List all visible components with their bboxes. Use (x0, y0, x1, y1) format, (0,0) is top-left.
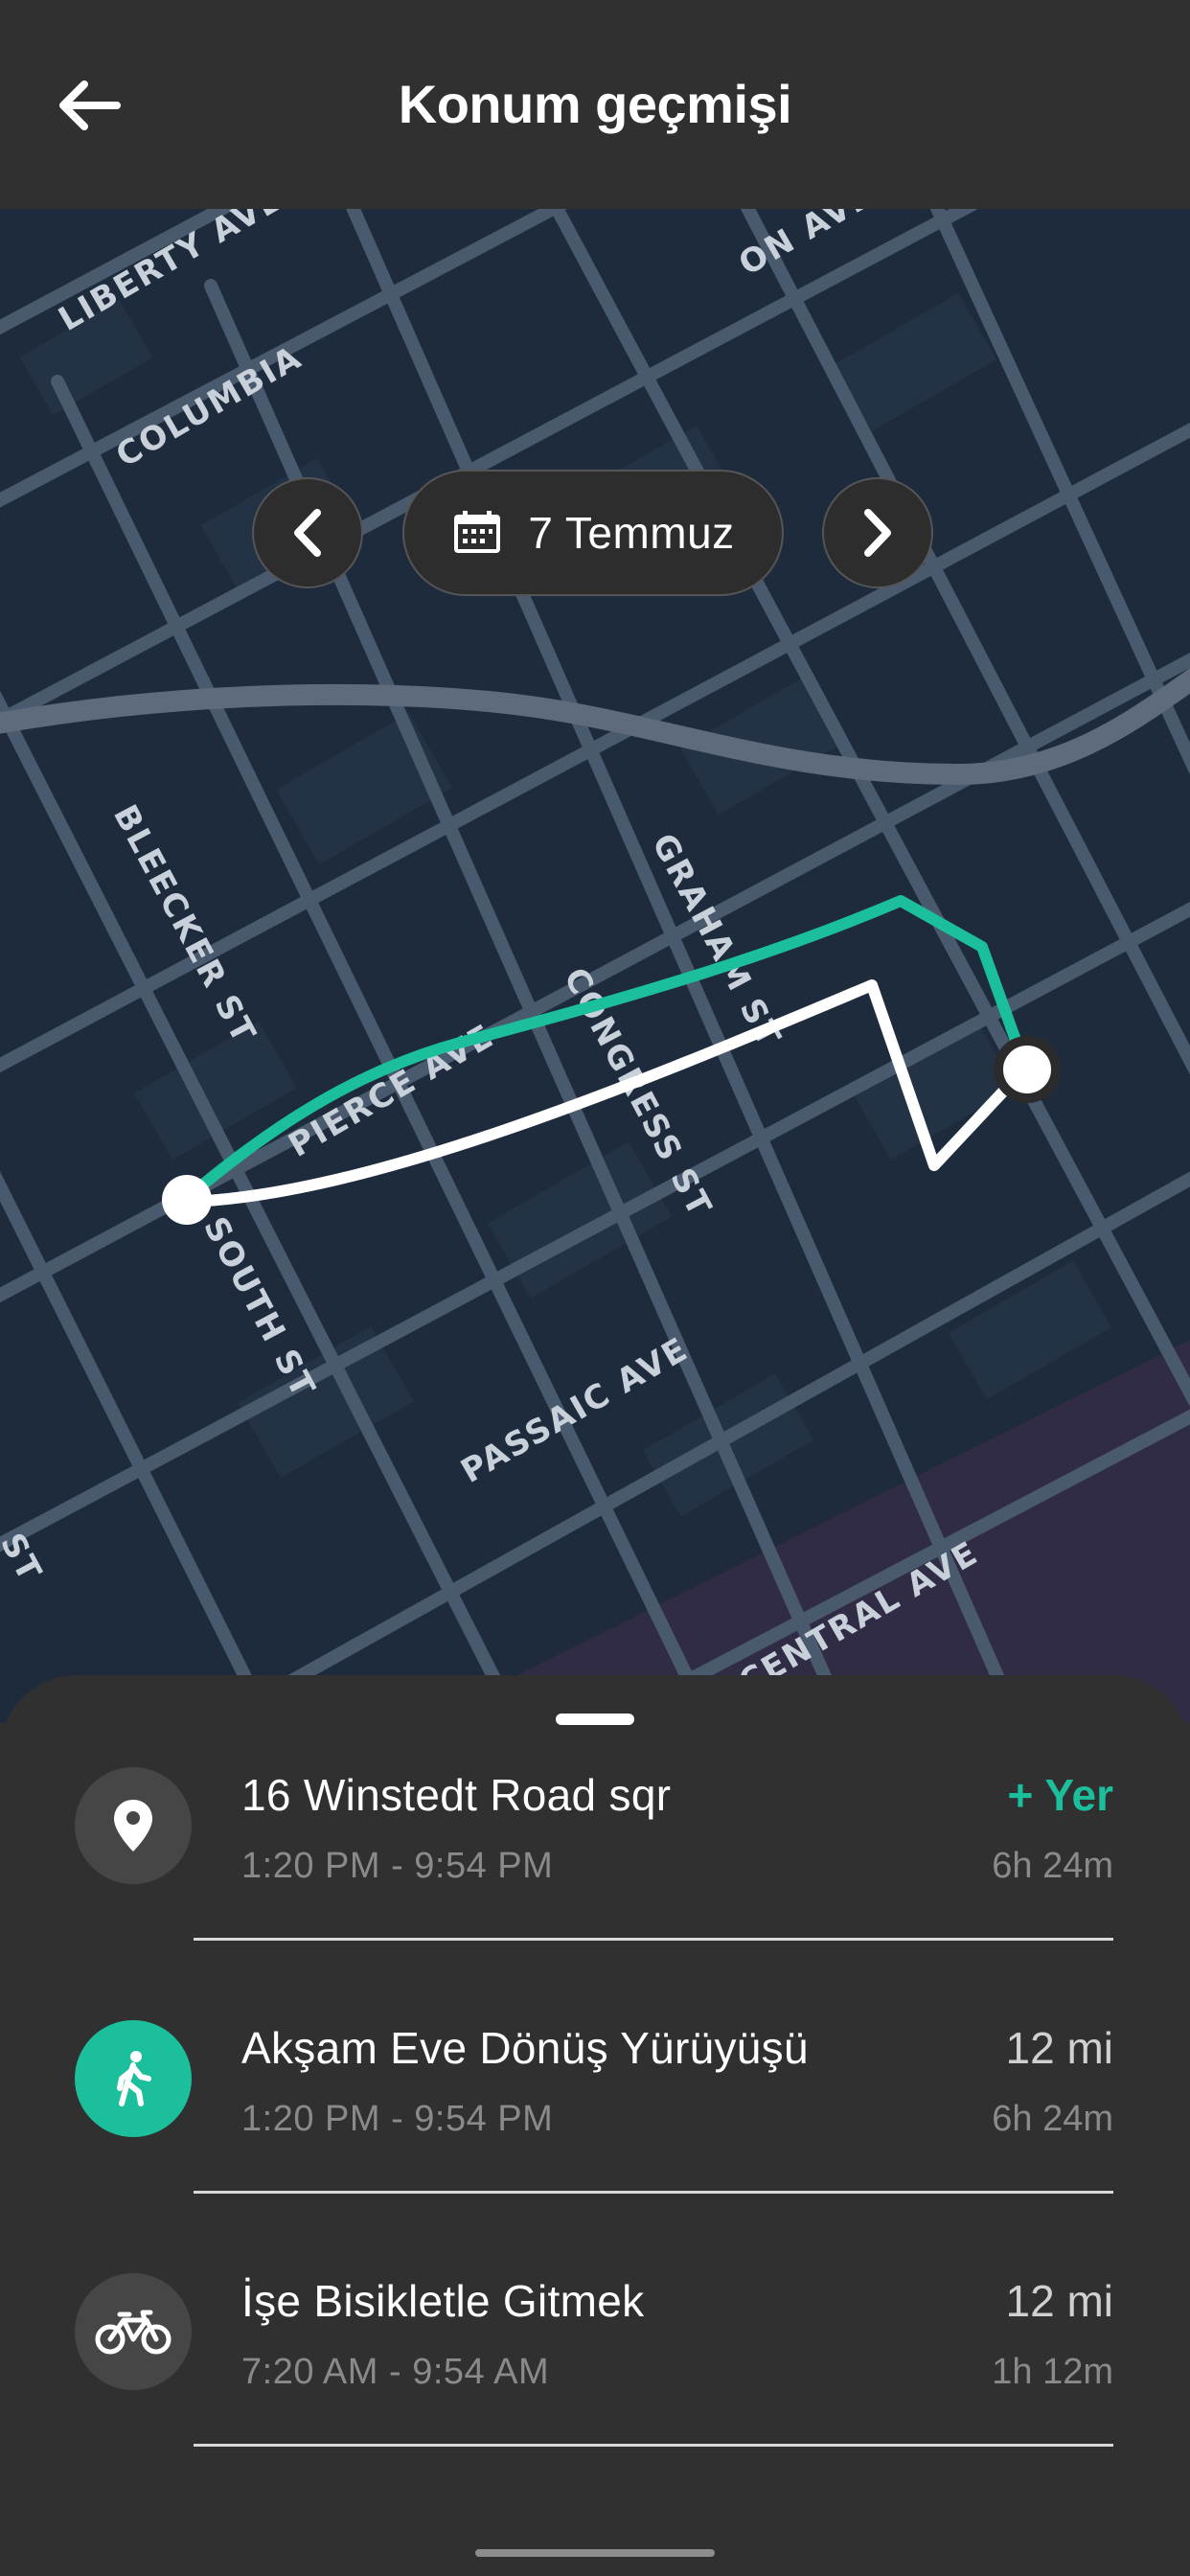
next-day-button[interactable] (822, 477, 933, 588)
timeline-item[interactable]: İşe Bisikletle Gitmek 7:20 AM - 9:54 AM … (0, 2181, 1190, 2447)
timeline-item-title: İşe Bisikletle Gitmek (241, 2276, 645, 2326)
walking-icon (75, 2020, 192, 2137)
route-start-marker (162, 1175, 212, 1225)
timeline-item[interactable]: 16 Winstedt Road sqr 1:20 PM - 9:54 PM +… (0, 1675, 1190, 1941)
timeline-item-distance: 12 mi (1005, 2023, 1113, 2073)
map-view[interactable]: LIBERTY AVE COLUMBIA ON AVE BLEECKER ST … (0, 209, 1190, 1723)
chevron-left-icon (294, 509, 321, 557)
divider (194, 2444, 1113, 2447)
route-end-marker (994, 1036, 1061, 1103)
timeline-item[interactable]: Akşam Eve Dönüş Yürüyüşü 1:20 PM - 9:54 … (0, 1928, 1190, 2194)
chevron-right-icon (864, 509, 891, 557)
timeline-item-duration: 6h 24m (992, 1846, 1113, 1886)
page-title: Konum geçmişi (398, 74, 792, 134)
timeline-item-title: 16 Winstedt Road sqr (241, 1770, 672, 1820)
timeline-item-times: 7:20 AM - 9:54 AM (241, 2352, 550, 2392)
home-indicator (475, 2549, 715, 2557)
timeline-item-title: Akşam Eve Dönüş Yürüyüşü (241, 2023, 809, 2073)
timeline-item-duration: 6h 24m (992, 2099, 1113, 2139)
timeline-item-times: 1:20 PM - 9:54 PM (241, 1846, 554, 1886)
date-label: 7 Temmuz (528, 508, 735, 558)
add-place-button[interactable]: + Yer (1008, 1769, 1113, 1821)
date-picker-button[interactable]: 7 Temmuz (402, 470, 784, 596)
location-pin-icon (75, 1767, 192, 1884)
bicycle-icon (75, 2273, 192, 2390)
timeline-item-duration: 1h 12m (992, 2352, 1113, 2392)
map-canvas: LIBERTY AVE COLUMBIA ON AVE BLEECKER ST … (0, 209, 1190, 1723)
top-bar: Konum geçmişi (0, 0, 1190, 209)
timeline-item-times: 1:20 PM - 9:54 PM (241, 2099, 554, 2139)
timeline-sheet: 16 Winstedt Road sqr 1:20 PM - 9:54 PM +… (0, 1675, 1190, 2576)
timeline-item-distance: 12 mi (1005, 2276, 1113, 2326)
calendar-icon (454, 511, 501, 553)
previous-day-button[interactable] (252, 477, 363, 588)
